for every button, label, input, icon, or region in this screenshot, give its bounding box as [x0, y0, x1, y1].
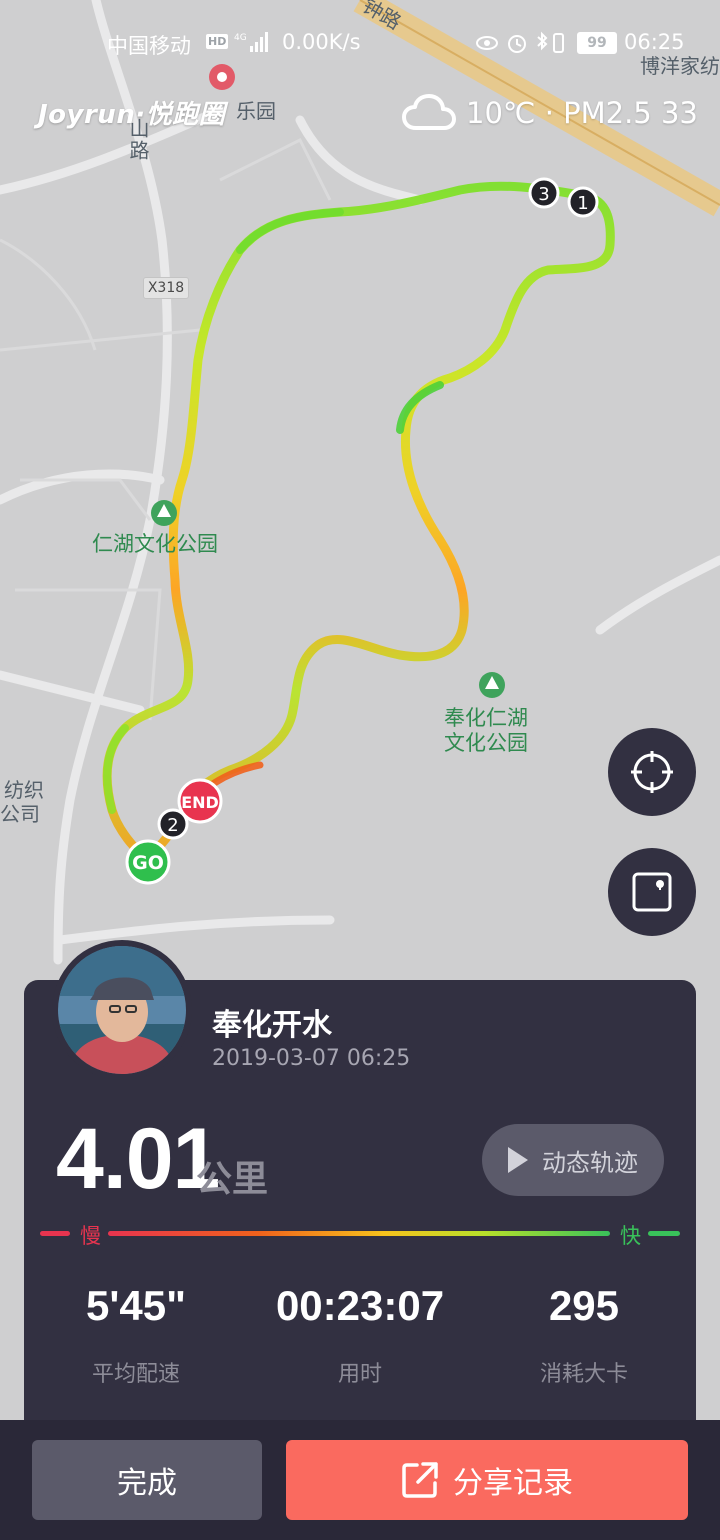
legend-slow-tick — [40, 1231, 70, 1236]
legend-fast-tick — [648, 1231, 680, 1236]
stat-duration: 00:23:07 用时 — [248, 1282, 472, 1388]
avatar-image — [58, 946, 186, 1074]
stat-pace: 5'45" 平均配速 — [24, 1282, 248, 1388]
svg-text:2: 2 — [167, 815, 178, 836]
start-marker: GO — [125, 839, 171, 885]
share-record-label: 分享记录 — [453, 1466, 573, 1501]
bluetooth-icon — [537, 31, 548, 51]
cloud-icon — [402, 94, 456, 130]
carrier-name: 中国移动 — [107, 34, 191, 58]
run-datetime: 2019-03-07 06:25 — [212, 1046, 411, 1071]
hd-badge: HD — [206, 34, 229, 49]
locate-icon — [631, 751, 673, 793]
svg-text:GO: GO — [132, 852, 164, 874]
done-button[interactable]: 完成 — [32, 1440, 262, 1520]
stat-calories-label: 消耗大卡 — [539, 1362, 628, 1387]
legend-slow-label: 慢 — [80, 1224, 101, 1248]
svg-text:1: 1 — [577, 193, 588, 214]
alarm-icon — [508, 35, 526, 53]
battery-icon: 99 — [577, 32, 617, 54]
weather-info: 10℃ · PM2.5 33 — [402, 90, 698, 136]
stat-duration-value: 00:23:07 — [275, 1282, 445, 1329]
replay-track-label: 动态轨迹 — [542, 1148, 638, 1177]
distance-value: 4.01 — [56, 1111, 220, 1207]
eye-icon — [476, 36, 498, 50]
replay-track-button[interactable]: 动态轨迹 — [482, 1124, 664, 1196]
stat-pace-value: 5'45" — [86, 1282, 186, 1329]
stat-calories: 295 消耗大卡 — [472, 1282, 696, 1388]
app-logo: Joyrun·悦跑圈 — [38, 100, 226, 130]
net-speed: 0.00K/s — [282, 30, 361, 54]
stat-calories-value: 295 — [548, 1282, 620, 1329]
end-marker: END — [177, 778, 223, 824]
km-marker-3: 3 — [528, 177, 560, 209]
svg-text:END: END — [181, 793, 219, 812]
legend-fast-label: 快 — [620, 1224, 641, 1248]
stat-duration-label: 用时 — [337, 1362, 382, 1387]
fullscreen-icon — [632, 872, 672, 912]
status-icons — [476, 31, 564, 53]
username: 奉化开水 — [212, 1008, 332, 1043]
weather-text: 10℃ · PM2.5 33 — [466, 96, 698, 130]
play-icon — [508, 1147, 528, 1173]
status-bar: 中国移动 HD 4G 0.00K/s 99 06:25 — [0, 26, 720, 60]
svg-text:3: 3 — [538, 184, 549, 205]
distance-unit: 公里 — [196, 1159, 269, 1200]
pace-gradient-bar — [108, 1231, 610, 1236]
status-time: 06:25 — [624, 30, 685, 54]
stat-pace-label: 平均配速 — [91, 1362, 180, 1387]
fullscreen-button[interactable] — [608, 848, 696, 936]
route-markers: 3 1 2 END GO — [125, 177, 599, 885]
signal-icon: 4G — [234, 32, 268, 52]
km-marker-1: 1 — [567, 186, 599, 218]
vibrate-icon — [553, 33, 564, 53]
avatar[interactable] — [52, 940, 192, 1080]
share-icon — [402, 1462, 438, 1498]
locate-button[interactable] — [608, 728, 696, 816]
share-record-button[interactable]: 分享记录 — [286, 1440, 688, 1520]
svg-text:4G: 4G — [234, 33, 247, 43]
